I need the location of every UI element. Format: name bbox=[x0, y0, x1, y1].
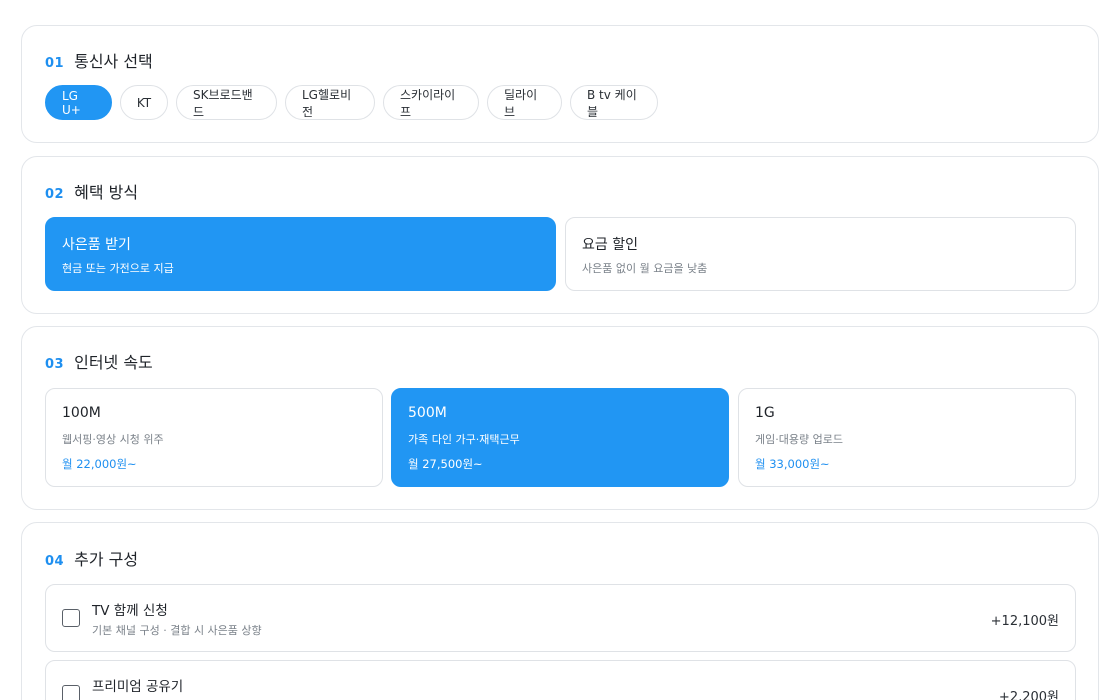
speed-card-sub: 가족 다인 가구·재택근무 bbox=[408, 433, 520, 446]
benefit-card-gift[interactable]: 사은품 받기 현금 또는 가전으로 지급 bbox=[45, 217, 556, 291]
addon-option-sub: 기본 채널 구성 · 결합 시 사은품 상향 bbox=[92, 624, 262, 637]
addon-section: 04 추가 구성 TV 함께 신청 기본 채널 구성 · 결합 시 사은품 상향… bbox=[21, 522, 1099, 700]
carrier-pill-btv[interactable]: B tv 케이블 bbox=[570, 85, 658, 120]
addon-option-price: +12,100원 bbox=[990, 614, 1059, 629]
carrier-pill-skylife[interactable]: 스카이라이프 bbox=[383, 85, 479, 120]
carrier-pill-skb[interactable]: SK브로드밴드 bbox=[176, 85, 277, 120]
benefit-card-title: 요금 할인 bbox=[582, 237, 638, 253]
addon-option-title: TV 함께 신청 bbox=[92, 603, 168, 619]
section-number: 03 bbox=[45, 357, 65, 372]
benefit-section: 02 혜택 방식 사은품 받기 현금 또는 가전으로 지급 요금 할인 사은품 … bbox=[21, 156, 1099, 314]
carrier-pill-row: LG U+ KT SK브로드밴드 LG헬로비전 스카이라이프 딜라이브 B tv… bbox=[45, 85, 658, 120]
speed-card-title: 100M bbox=[62, 405, 101, 421]
speed-card-price: 월 22,000원~ bbox=[62, 457, 137, 471]
benefit-card-sub: 현금 또는 가전으로 지급 bbox=[62, 262, 174, 275]
benefit-card-sub: 사은품 없이 월 요금을 낮춤 bbox=[582, 262, 708, 275]
section-number: 02 bbox=[45, 187, 65, 202]
section-number: 04 bbox=[45, 554, 65, 569]
addon-option-router[interactable]: 프리미엄 공유기 +2,200원 bbox=[45, 660, 1076, 700]
speed-section: 03 인터넷 속도 100M 웹서핑·영상 시청 위주 월 22,000원~ 5… bbox=[21, 326, 1099, 510]
router-checkbox[interactable] bbox=[62, 685, 80, 700]
speed-card-sub: 웹서핑·영상 시청 위주 bbox=[62, 433, 164, 446]
carrier-section: 01 통신사 선택 LG U+ KT SK브로드밴드 LG헬로비전 스카이라이프… bbox=[21, 25, 1099, 143]
benefit-card-discount[interactable]: 요금 할인 사은품 없이 월 요금을 낮춤 bbox=[565, 217, 1076, 291]
carrier-section-title: 01 통신사 선택 bbox=[45, 48, 153, 72]
benefit-card-title: 사은품 받기 bbox=[62, 237, 131, 253]
speed-card-title: 1G bbox=[755, 405, 775, 421]
section-label: 통신사 선택 bbox=[74, 52, 153, 71]
tv-checkbox[interactable] bbox=[62, 609, 80, 627]
section-label: 인터넷 속도 bbox=[74, 353, 153, 372]
speed-card-title: 500M bbox=[408, 405, 447, 421]
benefit-section-title: 02 혜택 방식 bbox=[45, 179, 138, 203]
addon-option-price: +2,200원 bbox=[998, 690, 1059, 700]
addon-option-tv[interactable]: TV 함께 신청 기본 채널 구성 · 결합 시 사은품 상향 +12,100원 bbox=[45, 584, 1076, 652]
speed-card-sub: 게임·대용량 업로드 bbox=[755, 433, 843, 446]
section-number: 01 bbox=[45, 56, 65, 71]
carrier-pill-kt[interactable]: KT bbox=[120, 85, 168, 120]
carrier-pill-lghello[interactable]: LG헬로비전 bbox=[285, 85, 375, 120]
speed-card-price: 월 27,500원~ bbox=[408, 457, 483, 471]
speed-card-1g[interactable]: 1G 게임·대용량 업로드 월 33,000원~ bbox=[738, 388, 1076, 487]
speed-section-title: 03 인터넷 속도 bbox=[45, 349, 153, 373]
speed-card-price: 월 33,000원~ bbox=[755, 457, 830, 471]
carrier-pill-lgu[interactable]: LG U+ bbox=[45, 85, 112, 120]
speed-card-100m[interactable]: 100M 웹서핑·영상 시청 위주 월 22,000원~ bbox=[45, 388, 383, 487]
section-label: 혜택 방식 bbox=[74, 183, 139, 202]
addon-option-title: 프리미엄 공유기 bbox=[92, 679, 184, 695]
section-label: 추가 구성 bbox=[74, 550, 139, 569]
addon-section-title: 04 추가 구성 bbox=[45, 546, 138, 570]
carrier-pill-dlive[interactable]: 딜라이브 bbox=[487, 85, 562, 120]
speed-card-500m[interactable]: 500M 가족 다인 가구·재택근무 월 27,500원~ bbox=[391, 388, 729, 487]
